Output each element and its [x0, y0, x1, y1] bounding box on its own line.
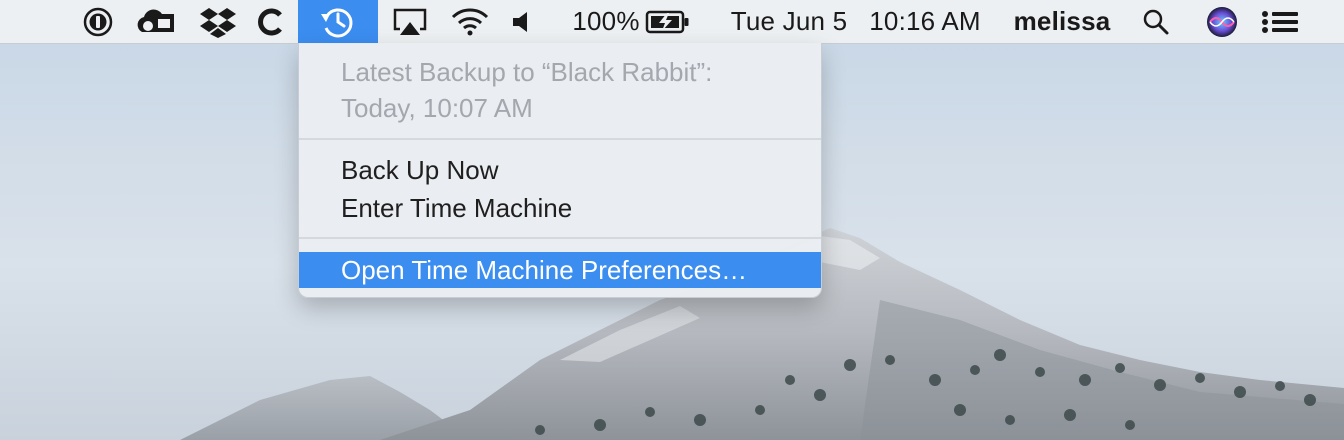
- volume-icon[interactable]: [506, 0, 534, 43]
- 1password-icon[interactable]: [80, 0, 116, 43]
- creative-cloud-icon[interactable]: [134, 0, 180, 43]
- enter-time-machine-item[interactable]: Enter Time Machine: [299, 190, 821, 226]
- time-machine-menu: Latest Backup to “Black Rabbit”: Today, …: [298, 43, 822, 298]
- time-machine-icon[interactable]: [298, 0, 378, 44]
- date-label: Tue Jun 5: [730, 6, 848, 36]
- menu-separator: [299, 138, 821, 140]
- menubar-clock[interactable]: 10:16 AM: [864, 0, 986, 43]
- battery-percent: 100%: [572, 0, 640, 43]
- dropbox-icon[interactable]: [196, 0, 240, 43]
- notification-center-icon[interactable]: [1258, 0, 1302, 43]
- back-up-now-item[interactable]: Back Up Now: [299, 152, 821, 188]
- open-time-machine-preferences-item[interactable]: Open Time Machine Preferences…: [299, 252, 821, 288]
- fast-user-switching[interactable]: melissa: [1010, 0, 1114, 43]
- battery-percent-label: 100%: [572, 6, 640, 36]
- latest-backup-label: Latest Backup to “Black Rabbit”:: [341, 57, 713, 87]
- airplay-icon[interactable]: [390, 0, 430, 43]
- time-label: 10:16 AM: [869, 6, 981, 36]
- latest-backup-time: Today, 10:07 AM: [341, 93, 533, 123]
- menubar-date[interactable]: Tue Jun 5: [724, 0, 854, 43]
- battery-charging-icon[interactable]: [644, 0, 692, 43]
- wifi-icon[interactable]: [448, 0, 492, 43]
- menu-separator: [299, 237, 821, 239]
- menu-bar: 100% Tue Jun 5 10:16 AM melissa: [0, 0, 1344, 44]
- spotlight-search-icon[interactable]: [1140, 0, 1172, 43]
- ccleaner-icon[interactable]: [252, 0, 288, 43]
- siri-icon[interactable]: [1204, 0, 1240, 43]
- username-label: melissa: [1013, 6, 1111, 36]
